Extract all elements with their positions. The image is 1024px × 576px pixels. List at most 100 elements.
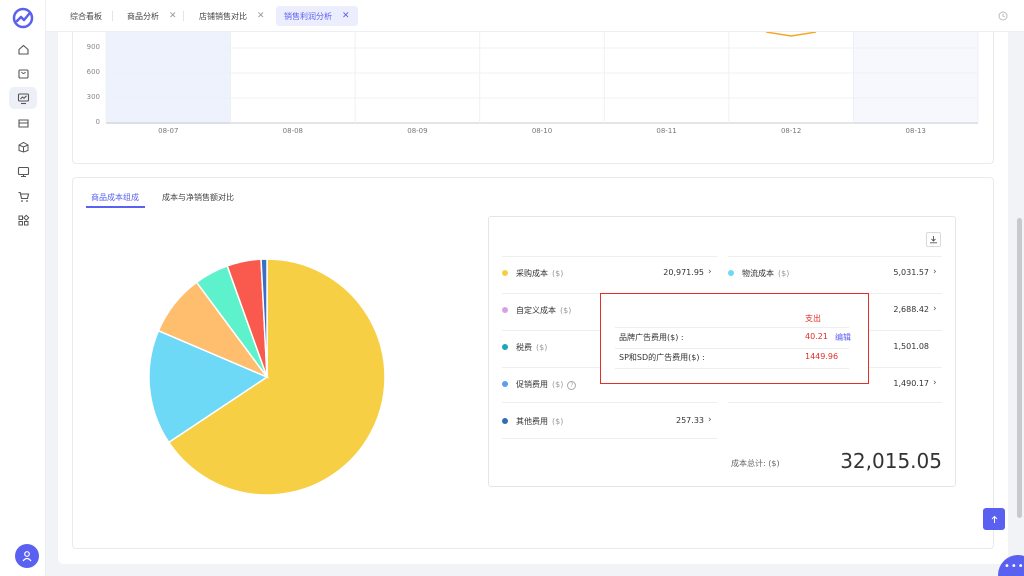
cost-unit: ($)	[778, 269, 790, 278]
chevron-right-icon[interactable]: ›	[933, 378, 937, 388]
close-icon[interactable]: ✕	[342, 11, 350, 21]
more-icon: •••	[1004, 561, 1024, 572]
sidebar-item-0[interactable]	[9, 38, 37, 60]
cost-label-text: 采购成本	[516, 269, 548, 278]
legend-dot	[502, 270, 508, 276]
close-icon[interactable]: ✕	[257, 11, 265, 21]
y-tick-label: 600	[86, 68, 100, 76]
store-bag-icon	[17, 68, 29, 79]
sidebar-item-3[interactable]	[9, 111, 37, 133]
sales-trend-chart	[105, 32, 979, 124]
legend-dot	[502, 344, 508, 350]
total-cost-label: 成本总计: ($)	[731, 459, 780, 468]
sidebar-item-4[interactable]	[9, 135, 37, 157]
cost-label-text: 税费	[516, 343, 532, 352]
hover-column-highlight	[106, 32, 231, 124]
y-tick-label: 0	[95, 118, 100, 126]
row-divider	[502, 256, 717, 257]
user-avatar[interactable]	[15, 544, 39, 568]
cart-icon	[18, 191, 29, 202]
active-tab-underline	[86, 206, 145, 208]
sidebar	[0, 0, 46, 576]
chevron-right-icon[interactable]: ›	[933, 304, 937, 314]
sales-line-series	[766, 32, 817, 37]
column-shade	[853, 32, 978, 124]
tab-separator	[112, 11, 113, 21]
cost-unit: ($)	[552, 417, 564, 426]
brand-ad-fee-value: 40.21	[805, 332, 828, 341]
chevron-right-icon[interactable]: ›	[708, 267, 712, 277]
x-tick-label: 08-08	[282, 127, 304, 135]
tab-cost-vs-sales[interactable]: 成本与净销售额对比	[162, 192, 234, 203]
brand-ad-fee-label: 品牌广告费用($) :	[619, 333, 684, 342]
chevron-right-icon[interactable]: ›	[933, 267, 937, 277]
help-icon[interactable]: ?	[567, 381, 577, 390]
popup-header: 支出	[805, 314, 821, 323]
cost-label-text: 自定义成本	[516, 306, 556, 315]
tab-1[interactable]: 商品分析 ✕	[119, 6, 185, 26]
user-icon	[22, 551, 32, 562]
clock-icon[interactable]	[998, 11, 1008, 21]
cost-value: 1,490.17	[893, 379, 929, 388]
cost-value: 2,688.42	[893, 305, 929, 314]
tab-label: 商品分析	[127, 11, 159, 21]
x-tick-label: 08-07	[158, 127, 179, 135]
sidebar-item-5[interactable]	[9, 160, 37, 182]
tab-cost-composition[interactable]: 商品成本组成	[91, 192, 139, 203]
download-icon	[930, 236, 937, 244]
cost-label: 物流成本 ($)	[742, 268, 789, 279]
popup-divider	[615, 348, 849, 349]
cost-label-text: 物流成本	[742, 269, 774, 278]
cost-label: 促销费用 ($)?	[516, 379, 577, 390]
y-tick-label: 900	[86, 43, 100, 51]
download-button[interactable]	[926, 232, 941, 247]
tab-bar: 综合看板 商品分析 ✕ 店铺销售对比 ✕ 销售利润分析 ✕	[46, 0, 1024, 32]
close-icon[interactable]: ✕	[169, 11, 177, 21]
total-cost-value: 32,015.05	[840, 449, 942, 473]
cost-label: 采购成本 ($)	[516, 268, 563, 279]
tab-separator	[183, 11, 184, 21]
app-logo-icon[interactable]	[12, 7, 34, 29]
legend-dot	[728, 270, 734, 276]
home-icon	[17, 44, 29, 55]
x-tick-label: 08-09	[407, 127, 428, 135]
scrollbar[interactable]	[1017, 218, 1022, 518]
sidebar-item-6[interactable]	[9, 185, 37, 207]
cost-value: 20,971.95	[663, 268, 704, 277]
tab-label: 综合看板	[70, 11, 102, 21]
sp-sd-ad-fee-label: SP和SD的广告费用($) :	[619, 353, 705, 362]
cost-unit: ($)	[536, 343, 548, 352]
legend-dot	[502, 418, 508, 424]
tab-0[interactable]: 综合看板	[62, 6, 110, 26]
back-to-top-button[interactable]	[983, 508, 1005, 530]
x-tick-label: 08-12	[780, 127, 802, 135]
cost-value: 5,031.57	[893, 268, 929, 277]
popup-divider	[615, 368, 849, 369]
tab-label: 销售利润分析	[284, 11, 332, 21]
cost-pie-chart	[148, 258, 386, 496]
edit-link[interactable]: 编辑	[835, 332, 851, 343]
row-divider	[502, 402, 717, 403]
sidebar-item-1[interactable]	[9, 62, 37, 84]
row-divider	[728, 256, 942, 257]
tab-2[interactable]: 店铺销售对比 ✕	[191, 6, 273, 26]
cost-label: 自定义成本 ($)	[516, 305, 571, 316]
expense-popup: 支出 品牌广告费用($) : 40.21 编辑 SP和SD的广告费用($) : …	[600, 293, 869, 384]
cost-value: 257.33	[676, 416, 704, 425]
sidebar-item-2[interactable]	[9, 87, 37, 109]
sp-sd-ad-fee-value: 1449.96	[805, 352, 839, 361]
legend-dot	[502, 307, 508, 313]
apps-icon	[18, 214, 29, 225]
cost-value: 1,501.08	[893, 342, 929, 351]
x-tick-label: 08-10	[531, 127, 553, 135]
sidebar-item-7[interactable]	[9, 209, 37, 231]
tab-3[interactable]: 销售利润分析 ✕	[276, 6, 358, 26]
cost-unit: ($)	[552, 269, 564, 278]
popup-divider	[615, 327, 849, 328]
x-tick-label: 08-13	[905, 127, 926, 135]
cost-unit: ($)	[552, 380, 564, 389]
chevron-right-icon[interactable]: ›	[708, 415, 712, 425]
cost-label-text: 促销费用	[516, 380, 548, 389]
arrow-up-icon	[991, 515, 997, 523]
shop-icon	[17, 118, 29, 128]
